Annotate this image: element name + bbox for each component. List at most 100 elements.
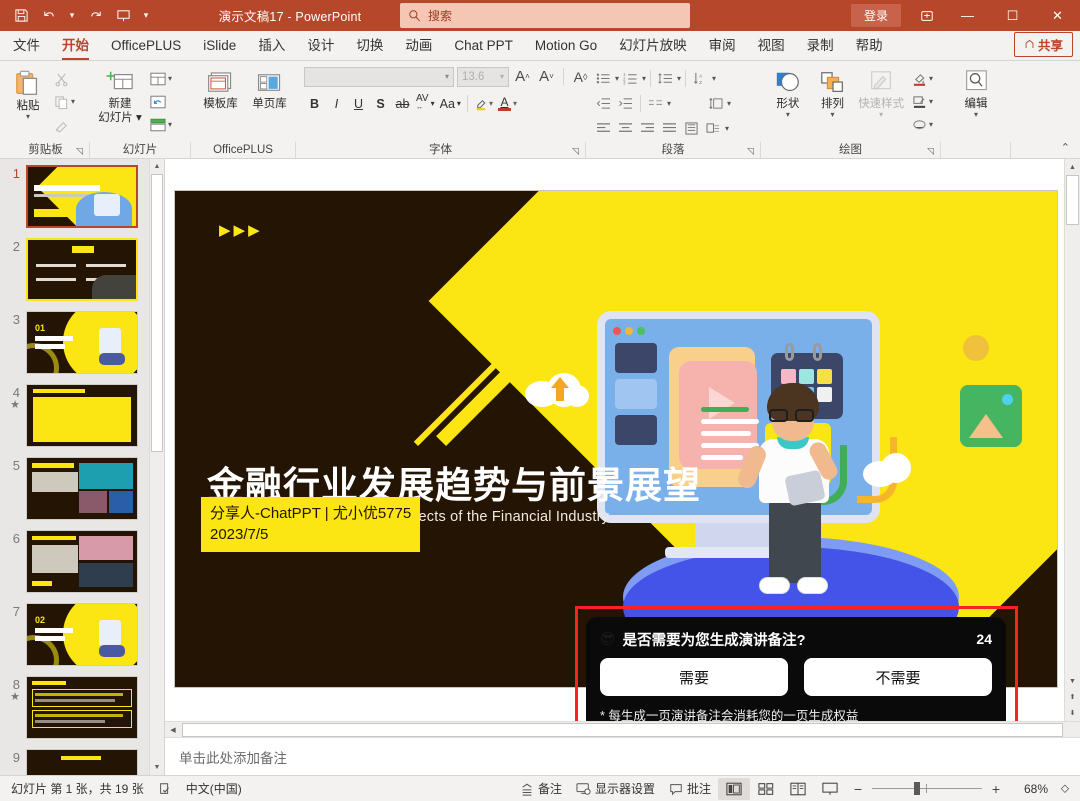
highlight-chevron-down-icon[interactable]: ▾ [489, 99, 493, 108]
tab-home[interactable]: 开始 [51, 31, 100, 60]
undo-dropdown-chevron-down-icon[interactable]: ▾ [64, 4, 80, 28]
smartart-icon[interactable] [703, 118, 724, 139]
new-slide-button[interactable]: 新建 幻灯片 ▾ [95, 66, 145, 125]
drawing-dialog-launcher[interactable]: ◹ [925, 146, 936, 157]
tab-chat-ppt[interactable]: Chat PPT [443, 31, 524, 60]
strikethrough-button[interactable]: ab [392, 93, 413, 114]
minimize-button[interactable]: — [945, 0, 990, 31]
font-name-chevron-down-icon[interactable]: ▾ [445, 72, 449, 81]
view-normal-button[interactable] [718, 777, 750, 800]
horizontal-scroll-track[interactable] [182, 722, 1063, 737]
shape-fill-button[interactable]: ▾ [909, 68, 936, 90]
font-color-chevron-down-icon[interactable]: ▾ [513, 99, 517, 108]
line-spacing-chevron-down-icon[interactable]: ▾ [727, 99, 731, 108]
tab-motion-go[interactable]: Motion Go [524, 31, 608, 60]
justify-icon[interactable] [659, 118, 680, 139]
shape-outline-chevron-down-icon[interactable]: ▾ [929, 98, 933, 106]
change-case-button[interactable]: Aa ▾ [438, 93, 463, 114]
font-dialog-launcher[interactable]: ◹ [570, 146, 581, 157]
tab-slideshow[interactable]: 幻灯片放映 [608, 31, 698, 60]
notes-button[interactable]: 备注 [513, 778, 569, 800]
scroll-thumb[interactable] [1066, 175, 1079, 225]
shapes-button[interactable]: 形状 ▾ [767, 66, 809, 119]
tab-view[interactable]: 视图 [747, 31, 796, 60]
quick-styles-button[interactable]: 快速样式 ▾ [856, 66, 906, 119]
shrink-font-button[interactable]: A ˅ [536, 66, 557, 87]
thumbnail-slide-1[interactable]: 1 [0, 165, 149, 231]
save-icon[interactable] [8, 4, 34, 28]
sort-icon[interactable]: AZ [690, 68, 711, 89]
thumbnail-slide-5[interactable]: 5 [0, 457, 149, 523]
quick-styles-chevron-down-icon[interactable]: ▾ [879, 111, 883, 119]
text-shadow-button[interactable]: S [370, 93, 391, 114]
present-icon[interactable] [110, 4, 136, 28]
view-slideshow-button[interactable] [814, 778, 846, 800]
undo-icon[interactable] [36, 4, 62, 28]
tab-insert[interactable]: 插入 [247, 31, 296, 60]
thumbnail-slide-9[interactable]: 9 [0, 749, 149, 775]
bold-button[interactable]: B [304, 93, 325, 114]
editing-button[interactable]: 编辑 ▾ [953, 66, 999, 119]
tab-review[interactable]: 审阅 [698, 31, 747, 60]
character-spacing-button[interactable]: AV ↔ ▾ [414, 93, 437, 114]
bullets-icon[interactable] [593, 68, 614, 89]
dialog-confirm-button[interactable]: 需要 [600, 658, 788, 696]
font-name-input[interactable]: ▾ [304, 66, 454, 87]
columns-icon[interactable] [645, 93, 666, 114]
scroll-up-icon[interactable]: ▲ [1065, 159, 1080, 175]
search-input[interactable]: 搜索 [400, 3, 690, 28]
align-center-icon[interactable] [615, 118, 636, 139]
next-slide-icon[interactable]: ⬇ [1065, 705, 1080, 721]
smartart-chevron-down-icon[interactable]: ▾ [725, 124, 729, 133]
view-reading-button[interactable] [782, 778, 814, 800]
change-case-chevron-down-icon[interactable]: ▾ [457, 99, 461, 108]
thumbnail-slide-6[interactable]: 6 [0, 530, 149, 596]
page-library-button[interactable]: 单页库 [248, 66, 291, 111]
format-painter-button[interactable] [51, 114, 78, 136]
template-library-button[interactable]: 模板库 [199, 66, 242, 111]
list-level-chevron-down-icon[interactable]: ▾ [677, 74, 681, 83]
list-level-icon[interactable] [655, 68, 676, 89]
dialog-decline-button[interactable]: 不需要 [804, 658, 992, 696]
numbering-chevron-down-icon[interactable]: ▾ [642, 74, 646, 83]
display-settings-button[interactable]: 显示器设置 [569, 778, 662, 800]
shape-fill-chevron-down-icon[interactable]: ▾ [929, 75, 933, 83]
slide-vertical-scrollbar[interactable]: ▲ ▼ ⬆ ⬇ [1064, 159, 1080, 721]
decrease-indent-icon[interactable] [593, 93, 614, 114]
align-left-icon[interactable] [593, 118, 614, 139]
clipboard-dialog-launcher[interactable]: ◹ [74, 146, 85, 157]
paste-button[interactable]: 粘贴 ▾ [7, 66, 49, 121]
align-right-icon[interactable] [637, 118, 658, 139]
scroll-left-icon[interactable]: ◀ [165, 722, 181, 738]
thumbnail-slide-7[interactable]: 7 02 [0, 603, 149, 669]
zoom-slider-handle[interactable] [914, 782, 920, 795]
paragraph-dialog-launcher[interactable]: ◹ [745, 146, 756, 157]
tab-animations[interactable]: 动画 [394, 31, 443, 60]
text-direction-icon[interactable] [681, 118, 702, 139]
reset-button[interactable] [147, 91, 175, 113]
tab-transitions[interactable]: 切换 [345, 31, 394, 60]
tab-islide[interactable]: iSlide [192, 31, 247, 60]
ribbon-display-options-icon[interactable] [909, 0, 945, 31]
arrange-chevron-down-icon[interactable]: ▾ [831, 111, 835, 119]
shapes-chevron-down-icon[interactable]: ▾ [786, 111, 790, 119]
arrange-button[interactable]: 排列 ▾ [812, 66, 854, 119]
thumbnail-scrollbar[interactable]: ▲ ▼ [149, 159, 164, 775]
font-size-chevron-down-icon[interactable]: ▾ [500, 72, 504, 81]
previous-slide-icon[interactable]: ⬆ [1065, 689, 1080, 705]
sign-in-button[interactable]: 登录 [850, 4, 901, 27]
italic-button[interactable]: I [326, 93, 347, 114]
maximize-button[interactable]: ☐ [990, 0, 1035, 31]
section-button[interactable]: ▾ [147, 114, 175, 136]
underline-button[interactable]: U [348, 93, 369, 114]
thumbnail-slide-3[interactable]: 3 01 [0, 311, 149, 377]
collapse-ribbon-chevron-up-icon[interactable]: ⌃ [1057, 139, 1074, 156]
columns-chevron-down-icon[interactable]: ▾ [667, 99, 671, 108]
share-button[interactable]: 共享 [1013, 32, 1073, 57]
editing-chevron-down-icon[interactable]: ▾ [974, 111, 978, 119]
slide-horizontal-scrollbar[interactable]: ◀ [165, 721, 1080, 737]
shape-outline-button[interactable]: ▾ [909, 91, 936, 113]
sort-chevron-down-icon[interactable]: ▾ [712, 74, 716, 83]
font-color-button[interactable]: A ▾ [496, 93, 519, 114]
zoom-level-label[interactable]: 68% [1010, 782, 1048, 796]
